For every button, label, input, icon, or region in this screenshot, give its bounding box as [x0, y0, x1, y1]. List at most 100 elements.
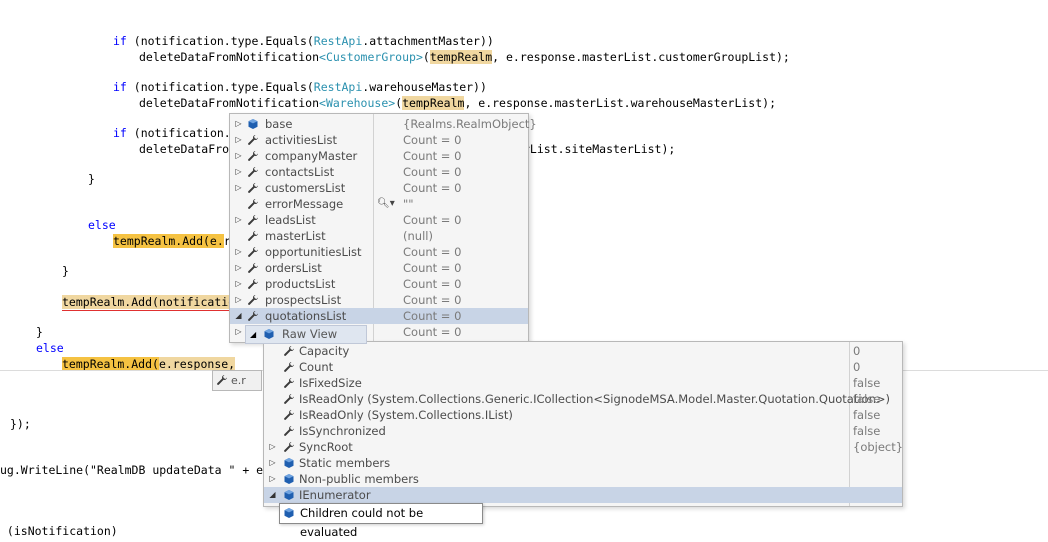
datatip-row[interactable]: ▷ contactsList Count = 0: [230, 164, 528, 180]
expand-arrow-icon[interactable]: ▷: [234, 324, 243, 340]
member-name: IsFixedSize: [299, 376, 362, 390]
code-line: if (notification.type.Equals(RestApi.war…: [113, 79, 487, 95]
member-value[interactable]: Count = 0: [403, 244, 461, 260]
member-name: Count: [299, 360, 334, 374]
member-value[interactable]: Count = 0: [403, 324, 461, 340]
member-name: leadsList: [265, 213, 316, 227]
wrench-icon: [247, 166, 259, 178]
member-name: IsReadOnly (System.Collections.Generic.I…: [299, 392, 890, 406]
code-line: deleteDataFrom: [139, 141, 236, 157]
wrench-icon: [283, 377, 295, 389]
highlighted-code: tempRealm: [402, 96, 465, 110]
member-value[interactable]: Count = 0: [403, 148, 461, 164]
member-value[interactable]: Count = 0: [403, 132, 461, 148]
wrench-icon: [283, 425, 295, 437]
subtip-row[interactable]: IsReadOnly (System.Collections.IList) fal…: [264, 407, 902, 423]
evaluation-tooltip: Children could not be evaluated: [279, 503, 483, 539]
highlighted-code: e.response,: [158, 357, 236, 371]
expand-arrow-icon[interactable]: ▷: [234, 260, 243, 276]
code-line: tempRealm.Add(notification: [62, 294, 243, 311]
member-value[interactable]: false: [853, 407, 880, 423]
collapse-arrow-icon[interactable]: ◢: [234, 308, 243, 324]
member-value[interactable]: Count = 0: [403, 276, 461, 292]
code-text: (: [422, 50, 430, 64]
wrench-icon: [247, 262, 259, 274]
member-value[interactable]: false: [853, 375, 880, 391]
expand-arrow-icon[interactable]: ▷: [234, 132, 243, 148]
member-value[interactable]: 0: [853, 359, 860, 375]
expand-arrow-icon[interactable]: ▷: [234, 244, 243, 260]
expand-arrow-icon[interactable]: ▷: [234, 116, 243, 132]
wrench-icon: [283, 393, 295, 405]
field-cube-icon: [247, 118, 259, 130]
datatip-row[interactable]: masterList (null): [230, 228, 528, 244]
datatip-row[interactable]: ▷ opportunitiesList Count = 0: [230, 244, 528, 260]
datatip-row[interactable]: ▷ activitiesList Count = 0: [230, 132, 528, 148]
raw-view-node[interactable]: ◢ Raw View: [245, 325, 367, 344]
member-value[interactable]: false: [853, 423, 880, 439]
code-text: .warehouseMaster)): [362, 80, 487, 94]
member-value[interactable]: {object}: [853, 439, 903, 455]
expand-arrow-icon[interactable]: ▷: [234, 164, 243, 180]
datatip-row[interactable]: errorMessage "" 🔍︎▾: [230, 196, 528, 212]
raw-view-label: Raw View: [282, 327, 338, 341]
member-name: opportunitiesList: [265, 245, 362, 259]
code-text: deleteDataFromNotification: [139, 96, 320, 110]
subtip-row[interactable]: Count 0: [264, 359, 902, 375]
datatip-row[interactable]: ▷ prospectsList Count = 0: [230, 292, 528, 308]
subtip-row[interactable]: IsFixedSize false: [264, 375, 902, 391]
expand-arrow-icon[interactable]: ▷: [234, 180, 243, 196]
member-value[interactable]: "": [403, 196, 414, 212]
member-name: Capacity: [299, 344, 350, 358]
expand-arrow-icon[interactable]: ▷: [234, 148, 243, 164]
member-value[interactable]: Count = 0: [403, 260, 461, 276]
member-value[interactable]: Count = 0: [403, 308, 461, 324]
code-line: (isNotification): [0, 523, 118, 539]
datatip-subpanel[interactable]: Capacity 0 Count 0 IsFixedSize false IsReadOnl…: [263, 341, 903, 507]
keyword: if: [113, 34, 127, 48]
collapse-arrow-icon[interactable]: ◢: [250, 326, 256, 343]
member-value[interactable]: (null): [403, 228, 433, 244]
datatip-panel[interactable]: ▷ base {Realms.RealmObject} ▷ activitiesList…: [229, 113, 537, 343]
member-value[interactable]: 0: [853, 343, 860, 359]
subtip-row[interactable]: ▷ SyncRoot {object}: [264, 439, 903, 455]
datatip-row[interactable]: ▷ customersList Count = 0: [230, 180, 528, 196]
subtip-row[interactable]: IsReadOnly (System.Collections.Generic.I…: [264, 391, 902, 407]
datatip-row[interactable]: ◢ quotationsList Count = 0: [230, 308, 528, 324]
subtip-row[interactable]: IsSynchronized false: [264, 423, 902, 439]
expression-datatip[interactable]: e.r: [212, 370, 262, 391]
datatip-row[interactable]: ▷ ordersList Count = 0: [230, 260, 528, 276]
field-cube-icon: [283, 457, 295, 469]
expand-arrow-icon[interactable]: ▷: [234, 276, 243, 292]
highlighted-code: tempRealm.Add(e.: [113, 234, 224, 248]
code-line: else: [88, 217, 116, 233]
datatip-row[interactable]: ▷ leadsList Count = 0: [230, 212, 528, 228]
expand-arrow-icon[interactable]: ▷: [234, 292, 243, 308]
collapse-arrow-icon[interactable]: ◢: [268, 487, 277, 503]
code-text: }: [62, 264, 69, 278]
datatip-row[interactable]: ▷ productsList Count = 0: [230, 276, 528, 292]
subtip-row[interactable]: ▷ Static members: [264, 455, 902, 471]
magnifier-icon[interactable]: 🔍︎▾: [377, 196, 395, 212]
expand-arrow-icon[interactable]: ▷: [268, 471, 277, 487]
subtip-row[interactable]: ▷ Non-public members: [264, 471, 902, 487]
member-value[interactable]: Count = 0: [403, 212, 461, 228]
code-line: });: [10, 416, 31, 432]
wrench-icon: [283, 441, 295, 453]
subtip-row[interactable]: ◢ IEnumerator: [264, 487, 902, 503]
datatip-row[interactable]: ▷ companyMaster Count = 0: [230, 148, 528, 164]
member-value[interactable]: Count = 0: [403, 164, 461, 180]
expand-arrow-icon[interactable]: ▷: [268, 455, 277, 471]
type-name: RestApi: [313, 80, 363, 94]
member-value[interactable]: Count = 0: [403, 292, 461, 308]
member-value[interactable]: false: [853, 391, 880, 407]
member-value[interactable]: {Realms.RealmObject}: [403, 116, 537, 132]
member-value[interactable]: Count = 0: [403, 180, 461, 196]
expand-arrow-icon[interactable]: ▷: [234, 212, 243, 228]
type-name: RestApi: [313, 34, 363, 48]
member-name: contactsList: [265, 165, 335, 179]
subtip-row[interactable]: Capacity 0: [264, 343, 902, 359]
expand-arrow-icon[interactable]: ▷: [268, 439, 277, 455]
datatip-row[interactable]: ▷ base {Realms.RealmObject}: [230, 116, 536, 132]
member-name: IsReadOnly (System.Collections.IList): [299, 408, 513, 422]
